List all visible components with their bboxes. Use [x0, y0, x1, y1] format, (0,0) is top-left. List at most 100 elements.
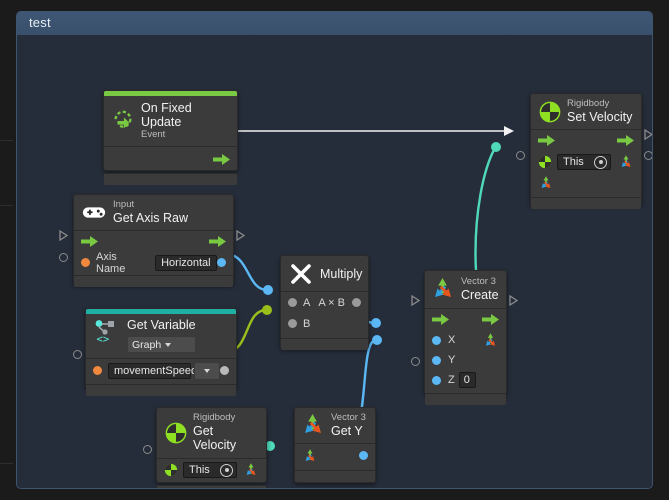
rigidbody-port-icon[interactable] [164, 463, 178, 477]
chevron-down-icon [165, 342, 172, 347]
variable-scope-dropdown[interactable]: Graph [127, 336, 196, 354]
multiply-row-a: A A × B [281, 292, 368, 313]
output-port-result[interactable] [352, 298, 361, 307]
node-title: Get Axis Raw [113, 210, 189, 225]
input-port-axis-name[interactable] [81, 258, 90, 268]
node-subtitle: On Fixed Update [141, 101, 192, 130]
variable-name-input[interactable]: movementSpeed [108, 362, 197, 379]
multiply-node[interactable]: Multiply A A × B B [280, 255, 369, 350]
get-axis-raw-node[interactable]: Input Get Axis Raw Axis Name Horizontal [73, 194, 234, 288]
axis-name-input[interactable]: Horizontal [155, 254, 217, 271]
rigidbody-icon [539, 101, 561, 123]
external-flow-out-marker[interactable] [236, 228, 246, 246]
tab-test[interactable]: test [29, 15, 51, 30]
output-port-variable-value[interactable] [220, 366, 229, 376]
external-variable-in-marker[interactable] [73, 346, 82, 364]
node-header: Multiply [281, 256, 368, 292]
node-header: Rigidbody Set Velocity [531, 94, 641, 131]
input-port-z[interactable] [432, 375, 441, 385]
target-picker-button[interactable] [220, 463, 233, 477]
node-title: Get Variable [127, 318, 196, 332]
node-footer [74, 275, 233, 288]
on-fixed-update-node[interactable]: On Fixed Update Event [103, 90, 238, 185]
input-port-y[interactable] [432, 355, 441, 365]
vector3-input-icon[interactable] [302, 448, 318, 464]
node-header: On Fixed Update Event [104, 96, 237, 147]
external-v3-flow-in-marker[interactable] [411, 293, 421, 311]
vector3-create-node[interactable]: Vector 3 Create X Y Z 0 [424, 270, 507, 405]
vector3-output-icon[interactable] [243, 462, 259, 478]
axis-label-z: Z [448, 374, 455, 386]
node-title: Event [141, 128, 166, 140]
external-sv-target-in-marker[interactable] [516, 147, 525, 165]
variable-scope-label: Graph [132, 338, 162, 351]
flow-row [531, 130, 641, 151]
input-label-a: A [303, 296, 311, 309]
flow-out-arrow-icon[interactable] [209, 236, 226, 248]
vector3-output-icon[interactable] [482, 332, 499, 349]
node-subtitle: Input [113, 199, 135, 210]
vector3-icon [301, 413, 326, 438]
axis-z-input[interactable]: 0 [458, 372, 476, 388]
variable-icon: <> [94, 319, 120, 345]
node-header: Vector 3 Create [425, 271, 506, 309]
graph-tab-bar[interactable]: test [17, 12, 652, 36]
loop-event-icon [112, 110, 134, 132]
input-port-a[interactable] [288, 298, 297, 307]
external-sv-value-out-marker[interactable] [644, 147, 652, 165]
node-title: Get Velocity [193, 423, 237, 453]
flow-row [425, 309, 506, 330]
vector3-input-icon[interactable] [538, 175, 554, 191]
external-gv-target-in-marker[interactable] [143, 441, 152, 459]
flow-out-arrow-icon[interactable] [617, 135, 634, 147]
node-body [104, 147, 237, 173]
input-port-variable-name[interactable] [93, 366, 102, 376]
output-port-y-value[interactable] [359, 451, 368, 460]
node-title: Multiply [320, 266, 363, 281]
graph-canvas[interactable]: On Fixed Update Event Input Get Axis Raw… [17, 35, 652, 488]
output-port-value[interactable] [217, 258, 226, 268]
screen: test On Fixed Update Event Input Get Axi… [0, 0, 669, 500]
target-picker-button[interactable] [594, 155, 607, 169]
flow-in-arrow-icon[interactable] [81, 236, 98, 248]
gamepad-icon [82, 204, 106, 221]
flow-out-arrow-icon[interactable] [482, 314, 499, 325]
node-body: This [531, 130, 641, 193]
axis-label-x: X [448, 334, 456, 346]
multiply-row-b: B [281, 313, 368, 334]
external-v3-flow-out-marker[interactable] [509, 293, 519, 311]
node-subtitle: Rigidbody [567, 98, 610, 109]
axis-name-row: Axis Name Horizontal [74, 251, 233, 275]
input-port-x[interactable] [432, 335, 441, 345]
variable-name-dropdown-button[interactable] [194, 361, 220, 380]
rigidbody-port-icon[interactable] [538, 155, 552, 169]
flow-in-arrow-icon[interactable] [432, 314, 449, 325]
external-value-in-marker[interactable] [59, 249, 68, 267]
flow-fixedupdate-to-setvelocity [224, 126, 514, 136]
node-body: movementSpeed [86, 359, 236, 382]
node-title: Set Velocity [567, 109, 633, 124]
multiply-icon [289, 262, 313, 286]
rigidbody-get-velocity-node[interactable]: Rigidbody Get Velocity This [156, 407, 267, 488]
vector3-get-y-node[interactable]: Vector 3 Get Y [294, 407, 376, 483]
graph-window: test On Fixed Update Event Input Get Axi… [16, 11, 653, 489]
axis-label-y: Y [448, 354, 456, 366]
vector-input-row [295, 444, 375, 467]
flow-row [74, 231, 233, 252]
input-label-b: B [303, 317, 311, 330]
chevron-down-icon [204, 368, 210, 373]
get-variable-node[interactable]: <> Get Variable Graph movementSpeed [85, 308, 237, 397]
external-sv-flow-out-marker[interactable] [644, 127, 652, 145]
flow-out-arrow-icon[interactable] [213, 154, 230, 166]
flow-output-row [104, 147, 237, 173]
external-flow-in-marker[interactable] [59, 228, 69, 246]
flow-in-arrow-icon[interactable] [538, 135, 555, 147]
node-header: <> Get Variable Graph [86, 314, 236, 360]
target-row: This [531, 151, 641, 173]
axis-row-z: Z 0 [425, 370, 506, 390]
node-footer [281, 338, 368, 350]
input-port-b[interactable] [288, 319, 297, 328]
external-v3-z-in-marker[interactable] [411, 353, 420, 371]
rigidbody-set-velocity-node[interactable]: Rigidbody Set Velocity This [530, 93, 642, 210]
vector3-output-icon[interactable] [618, 154, 634, 170]
